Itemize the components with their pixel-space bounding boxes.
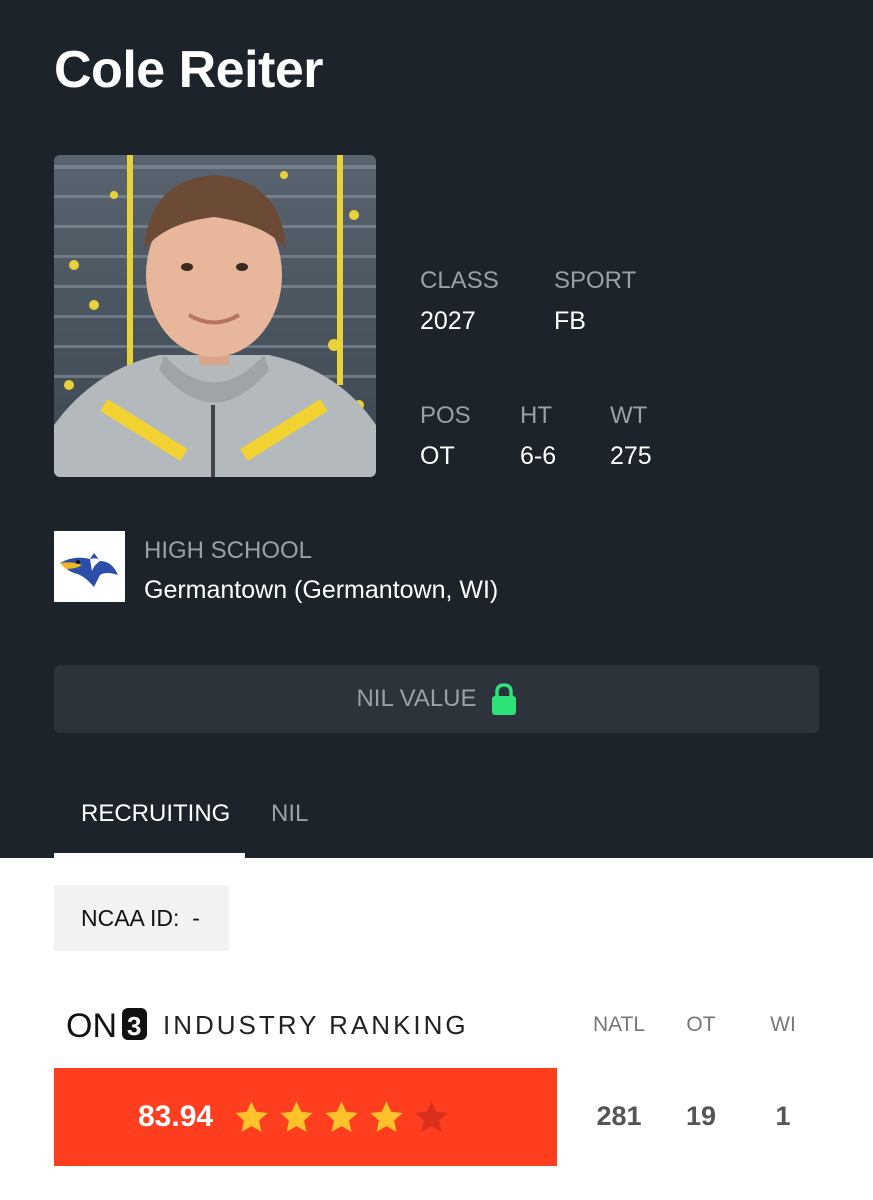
sport-value: FB	[554, 307, 586, 335]
star-filled-icon	[235, 1100, 268, 1132]
high-school-label: HIGH SCHOOL	[144, 537, 313, 564]
lock-icon	[491, 683, 516, 715]
weight-value: 275	[610, 442, 652, 470]
natl-rank-value[interactable]: 281	[579, 1101, 659, 1132]
rating-value: 83.94	[138, 1100, 214, 1133]
state-rank-value[interactable]: 1	[743, 1101, 823, 1132]
sport-label: SPORT	[554, 267, 637, 294]
weight-label: WT	[610, 402, 648, 429]
ncaa-id-badge: NCAA ID: -	[54, 885, 229, 951]
star-filled-icon	[280, 1100, 313, 1132]
tab-nil[interactable]: NIL	[271, 800, 308, 828]
position-rank-label: OT	[686, 1013, 716, 1036]
industry-ranking-title: INDUSTRY RANKING	[163, 1010, 469, 1040]
player-header: Cole Reiter CLASS 2027 SPORT FB POS OT H…	[0, 0, 873, 858]
natl-rank-label: NATL	[592, 1013, 646, 1036]
eagle-mascot-icon	[60, 553, 118, 587]
player-photo	[54, 155, 376, 477]
class-value: 2027	[420, 307, 476, 335]
nil-value-label: NIL VALUE	[356, 685, 477, 712]
on3-logo-text: ON	[66, 1007, 117, 1044]
school-logo[interactable]	[54, 531, 125, 602]
state-rank-label: WI	[770, 1013, 796, 1036]
tab-recruiting[interactable]: RECRUITING	[81, 800, 230, 828]
ncaa-id-value: -	[192, 904, 200, 931]
ncaa-id-label: NCAA ID:	[81, 904, 180, 931]
star-filled-icon	[325, 1100, 358, 1132]
star-filled-icon	[370, 1100, 403, 1132]
star-rating	[233, 1099, 450, 1136]
on3-logo: ON 3	[66, 1007, 147, 1044]
industry-rating-bar: 83.94	[54, 1068, 557, 1166]
svg-text:3: 3	[127, 1011, 141, 1041]
class-label: CLASS	[420, 267, 499, 294]
position-value: OT	[420, 442, 455, 470]
nil-value-button[interactable]: NIL VALUE	[54, 665, 819, 733]
high-school-value[interactable]: Germantown (Germantown, WI)	[144, 576, 498, 605]
star-empty-icon	[415, 1100, 448, 1132]
height-label: HT	[520, 402, 552, 429]
height-value: 6-6	[520, 442, 557, 470]
position-rank-value[interactable]: 19	[661, 1101, 741, 1132]
player-name: Cole Reiter	[54, 41, 324, 99]
position-label: POS	[420, 402, 471, 429]
active-tab-indicator	[54, 853, 245, 858]
